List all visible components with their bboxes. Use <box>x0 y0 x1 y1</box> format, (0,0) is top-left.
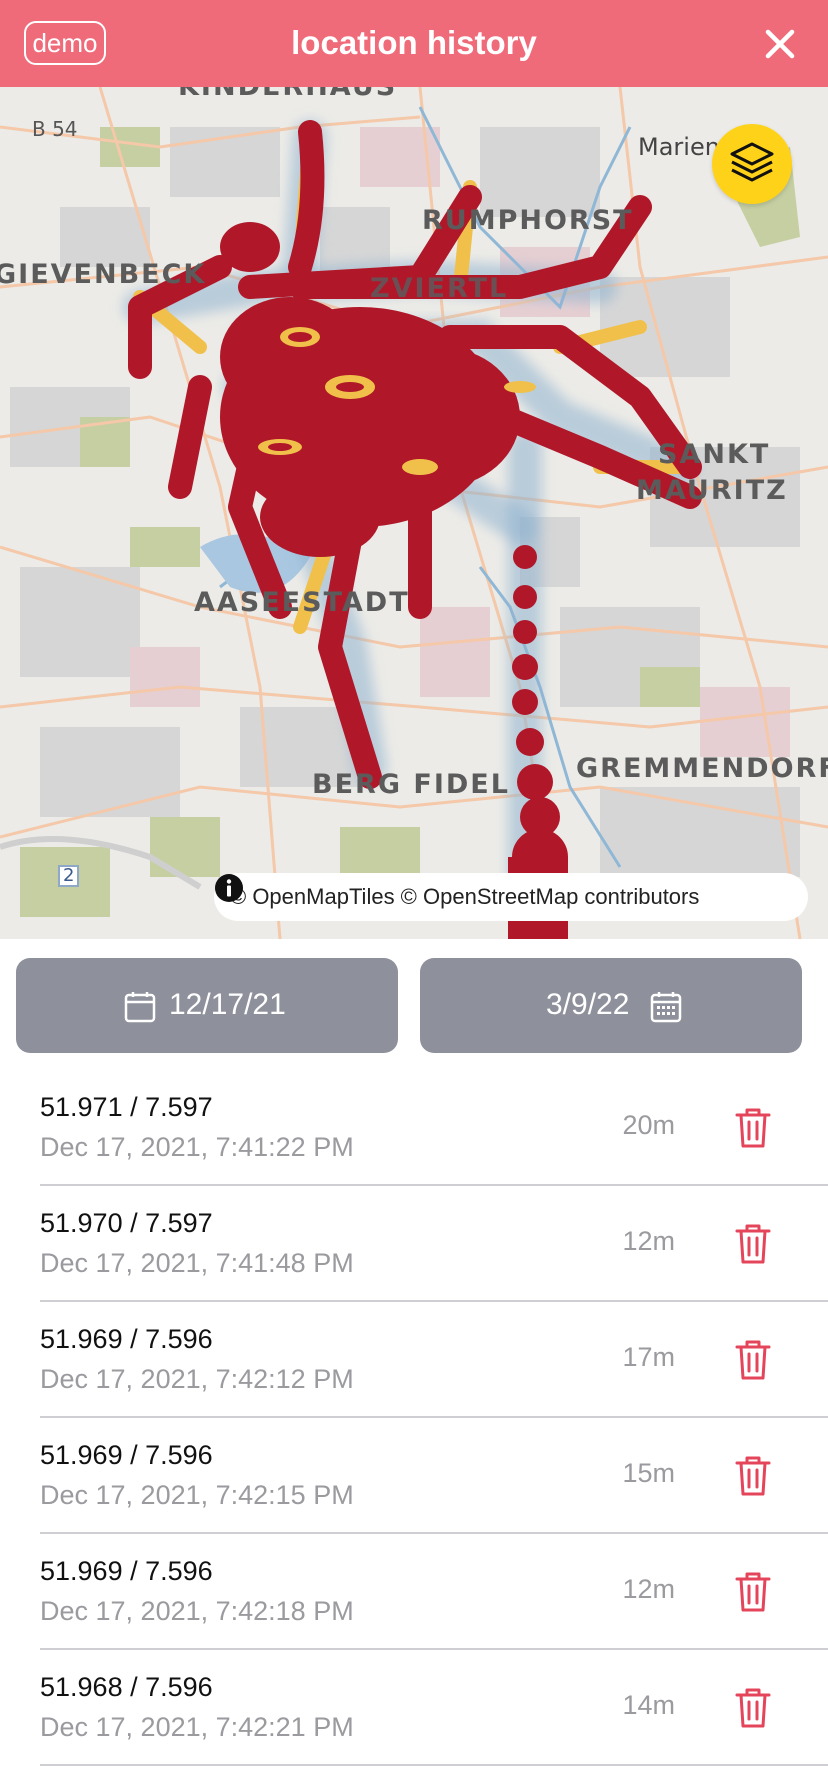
location-coords: 51.969 / 7.596 <box>40 1324 213 1354</box>
location-time: Dec 17, 2021, 7:42:12 PM <box>40 1364 354 1394</box>
list-item[interactable]: 51.971 / 7.597 Dec 17, 2021, 7:41:22 PM … <box>0 1070 828 1186</box>
map-label-b54: B 54 <box>32 117 78 141</box>
location-time: Dec 17, 2021, 7:42:18 PM <box>40 1596 354 1626</box>
map-label-mauritz: MAURITZ <box>636 475 788 506</box>
location-time: Dec 17, 2021, 7:42:15 PM <box>40 1480 354 1510</box>
trash-icon[interactable] <box>733 1106 773 1150</box>
attribution-text: © OpenMapTiles © OpenStreetMap contribut… <box>230 884 700 909</box>
map-label-marien: Marien <box>638 133 720 161</box>
calendar-icon <box>124 992 156 1023</box>
location-accuracy: 12m <box>622 1574 675 1604</box>
location-coords: 51.968 / 7.596 <box>40 1672 213 1702</box>
list-item[interactable]: 51.970 / 7.597 Dec 17, 2021, 7:41:48 PM … <box>0 1186 828 1302</box>
location-coords: 51.970 / 7.597 <box>40 1208 213 1238</box>
calendar-icon <box>650 992 682 1023</box>
end-date-button[interactable]: 3/9/22 <box>420 958 802 1053</box>
location-list: 51.971 / 7.597 Dec 17, 2021, 7:41:22 PM … <box>0 1070 828 1766</box>
start-date-label: 12/17/21 <box>169 988 286 1021</box>
location-time: Dec 17, 2021, 7:41:22 PM <box>40 1132 354 1162</box>
map-label-aaseestadt: AASEESTADT <box>194 587 410 618</box>
location-accuracy: 14m <box>622 1690 675 1720</box>
map-label-gievenbeck: GIEVENBECK <box>0 259 207 290</box>
location-time: Dec 17, 2021, 7:41:48 PM <box>40 1248 354 1278</box>
location-coords: 51.971 / 7.597 <box>40 1092 213 1122</box>
location-accuracy: 20m <box>622 1110 675 1140</box>
layers-icon <box>730 142 774 182</box>
location-coords: 51.969 / 7.596 <box>40 1440 213 1470</box>
list-item[interactable]: 51.969 / 7.596 Dec 17, 2021, 7:42:12 PM … <box>0 1302 828 1418</box>
map-label-rumphorst: RUMPHORST <box>422 205 634 236</box>
list-item[interactable]: 51.968 / 7.596 Dec 17, 2021, 7:42:21 PM … <box>0 1650 828 1766</box>
map-canvas <box>0 87 828 939</box>
app-header: demo location history <box>0 0 828 88</box>
location-accuracy: 12m <box>622 1226 675 1256</box>
list-item[interactable]: 51.969 / 7.596 Dec 17, 2021, 7:42:15 PM … <box>0 1418 828 1534</box>
location-accuracy: 17m <box>622 1342 675 1372</box>
map-label-sankt: SANKT <box>658 439 771 470</box>
map-label-road2: 2 <box>58 865 80 887</box>
location-time: Dec 17, 2021, 7:42:21 PM <box>40 1712 354 1742</box>
trash-icon[interactable] <box>733 1686 773 1730</box>
location-coords: 51.969 / 7.596 <box>40 1556 213 1586</box>
map-view[interactable]: KINDERHAUS B 54 Marien RUMPHORST GIEVENB… <box>0 87 828 939</box>
divider <box>40 1764 828 1766</box>
list-item[interactable]: 51.969 / 7.596 Dec 17, 2021, 7:42:18 PM … <box>0 1534 828 1650</box>
map-label-kinderhaus: KINDERHAUS <box>178 87 397 102</box>
start-date-button[interactable]: 12/17/21 <box>16 958 398 1053</box>
page-title: location history <box>291 24 537 61</box>
info-icon[interactable] <box>214 873 244 903</box>
close-icon[interactable] <box>760 24 800 64</box>
layers-button[interactable] <box>712 124 792 204</box>
map-label-bergfidel: BERG FIDEL <box>312 769 510 800</box>
location-accuracy: 15m <box>622 1458 675 1488</box>
trash-icon[interactable] <box>733 1338 773 1382</box>
trash-icon[interactable] <box>733 1222 773 1266</box>
trash-icon[interactable] <box>733 1570 773 1614</box>
trash-icon[interactable] <box>733 1454 773 1498</box>
end-date-label: 3/9/22 <box>546 988 630 1021</box>
map-label-kreuzviertel: ZVIERTL <box>370 273 509 304</box>
map-attribution: © OpenMapTiles © OpenStreetMap contribut… <box>214 873 808 921</box>
map-label-gremmendorf: GREMMENDORF <box>576 753 828 784</box>
